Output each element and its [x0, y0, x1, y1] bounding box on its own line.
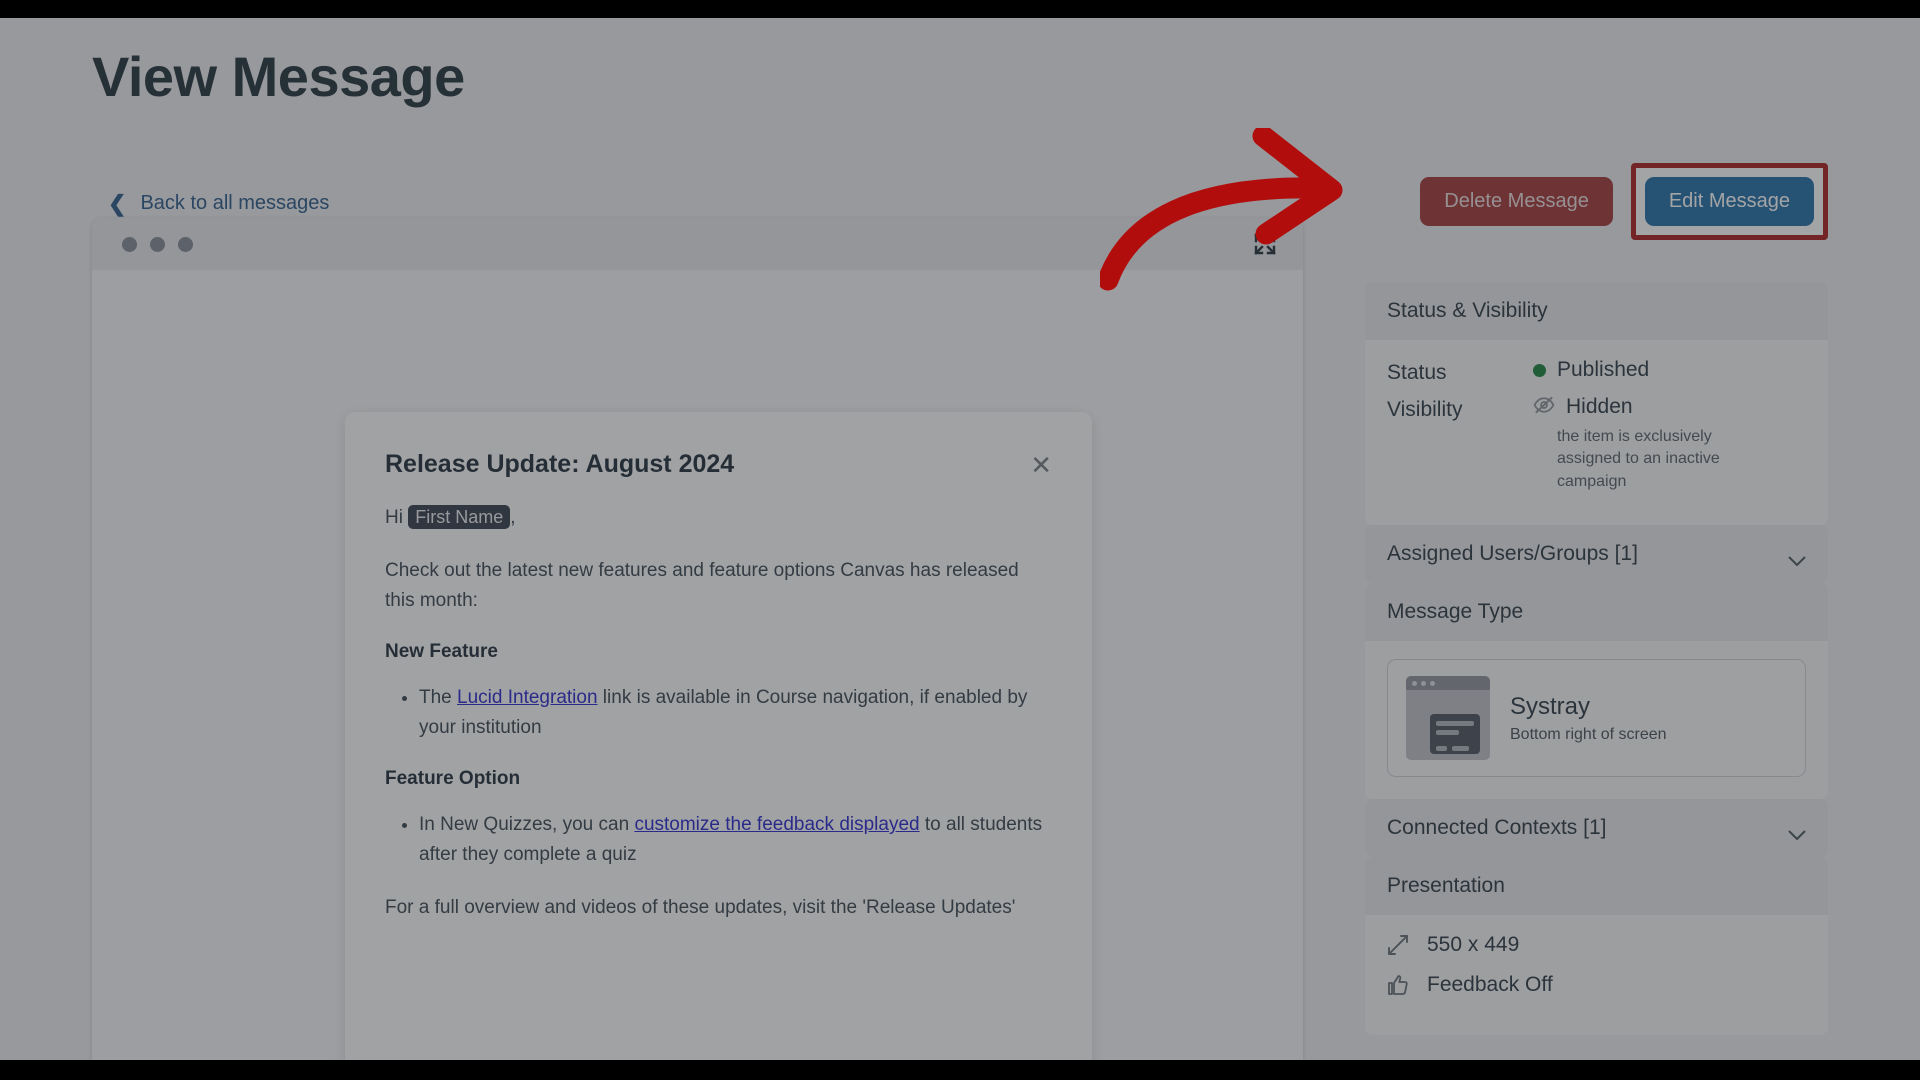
connected-contexts-panel: Connected Contexts [1] — [1365, 799, 1828, 858]
connected-contexts-label: Connected Contexts [1] — [1387, 816, 1607, 840]
presentation-size-row: 550 x 449 — [1387, 933, 1806, 957]
message-type-name: Systray — [1510, 692, 1591, 720]
delete-message-button[interactable]: Delete Message — [1420, 177, 1613, 226]
window-dot-icon — [122, 236, 137, 252]
visibility-note: the item is exclusively assigned to an i… — [1557, 428, 1720, 490]
status-dot-icon — [1533, 363, 1546, 377]
assigned-users-groups-label: Assigned Users/Groups [1] — [1387, 542, 1638, 566]
message-greeting: Hi First Name, — [385, 503, 1052, 532]
chevron-down-icon — [1788, 549, 1806, 567]
visibility-row: Visibility Hidden the item is exclusivel… — [1387, 395, 1806, 493]
page-title: View Message — [92, 45, 465, 108]
window-dot-icon — [178, 236, 193, 252]
message-type-heading: Message Type — [1365, 583, 1828, 642]
assigned-users-groups-header[interactable]: Assigned Users/Groups [1] — [1365, 525, 1828, 584]
status-row: Status Published — [1387, 358, 1806, 385]
back-link-label: Back to all messages — [140, 192, 330, 214]
presentation-heading-label: Presentation — [1387, 874, 1505, 898]
status-visibility-panel: Status & Visibility Status Published Vis… — [1365, 282, 1828, 526]
visibility-value: Hidden — [1566, 395, 1633, 418]
customize-feedback-link[interactable]: customize the feedback displayed — [634, 814, 919, 835]
message-preview-window: Release Update: August 2024 ✕ Hi First N… — [92, 218, 1303, 1060]
chevron-left-icon: ❮ — [108, 190, 127, 216]
app-viewport: View Message ❮ Back to all messages Dele… — [0, 18, 1920, 1060]
message-title: Release Update: August 2024 — [385, 450, 735, 478]
preview-body: Release Update: August 2024 ✕ Hi First N… — [92, 270, 1303, 1060]
message-section-heading-new-feature: New Feature — [385, 641, 498, 663]
presentation-size-value: 550 x 449 — [1427, 933, 1520, 957]
edit-message-button[interactable]: Edit Message — [1644, 177, 1814, 226]
edit-message-highlight: Edit Message — [1630, 163, 1828, 240]
message-closing: For a full overview and videos of these … — [385, 897, 1016, 919]
list-item: The Lucid Integration link is available … — [419, 683, 1052, 742]
close-icon[interactable]: ✕ — [1030, 452, 1052, 478]
eye-slash-icon — [1533, 396, 1555, 419]
visibility-value-wrap: Hidden the item is exclusively assigned … — [1533, 395, 1806, 493]
visibility-label: Visibility — [1387, 398, 1463, 421]
presentation-feedback-row: Feedback Off — [1387, 973, 1806, 997]
status-visibility-heading: Status & Visibility — [1365, 282, 1828, 340]
systray-window-icon — [1406, 676, 1490, 761]
presentation-panel: Presentation 550 x 449 Feedback Off — [1365, 857, 1828, 1036]
message-card-header: Release Update: August 2024 ✕ — [385, 450, 1052, 479]
message-type-description: Bottom right of screen — [1510, 725, 1667, 743]
merge-tag-first-name: First Name — [408, 505, 511, 529]
presentation-feedback-value: Feedback Off — [1427, 973, 1553, 997]
status-label: Status — [1387, 361, 1447, 384]
connected-contexts-header[interactable]: Connected Contexts [1] — [1365, 799, 1828, 858]
message-type-panel: Message Type Systray Bottom right of scr… — [1365, 583, 1828, 800]
window-controls — [122, 236, 193, 252]
preview-titlebar — [92, 218, 1303, 270]
presentation-heading: Presentation — [1365, 857, 1828, 916]
greeting-prefix: Hi — [385, 507, 409, 528]
action-bar: Delete Message Edit Message — [1420, 163, 1828, 240]
chevron-down-icon — [1788, 823, 1806, 841]
message-bullet-list-new-feature: The Lucid Integration link is available … — [385, 683, 1052, 742]
presentation-body: 550 x 449 Feedback Off — [1365, 915, 1828, 1036]
back-to-all-messages-link[interactable]: ❮ Back to all messages — [108, 192, 329, 215]
status-visibility-body: Status Published Visibility Hidden the i… — [1365, 340, 1828, 526]
resize-icon — [1387, 934, 1409, 956]
bullet2-pre: In New Quizzes, you can — [419, 814, 635, 836]
message-type-text: Systray Bottom right of screen — [1510, 693, 1667, 744]
message-card: Release Update: August 2024 ✕ Hi First N… — [345, 412, 1092, 1060]
window-dot-icon — [150, 236, 165, 252]
greeting-suffix: , — [510, 507, 516, 528]
fullscreen-icon[interactable] — [1253, 232, 1277, 256]
message-type-card[interactable]: Systray Bottom right of screen — [1387, 659, 1806, 778]
assigned-users-groups-panel: Assigned Users/Groups [1] — [1365, 525, 1828, 584]
message-section-heading-feature-option: Feature Option — [385, 768, 521, 790]
thumbs-up-icon — [1387, 974, 1409, 996]
message-type-body: Systray Bottom right of screen — [1365, 641, 1828, 800]
message-intro: Check out the latest new features and fe… — [385, 560, 1019, 611]
status-visibility-heading-label: Status & Visibility — [1387, 299, 1548, 322]
status-value-wrap: Published — [1533, 358, 1806, 385]
details-sidebar: Status & Visibility Status Published Vis… — [1365, 282, 1828, 1036]
list-item: In New Quizzes, you can customize the fe… — [419, 810, 1052, 869]
lucid-integration-link[interactable]: Lucid Integration — [457, 687, 598, 708]
message-type-heading-label: Message Type — [1387, 600, 1524, 624]
message-bullet-list-feature-option: In New Quizzes, you can customize the fe… — [385, 810, 1052, 869]
bullet1-pre: The — [419, 687, 458, 709]
status-value: Published — [1557, 358, 1650, 381]
